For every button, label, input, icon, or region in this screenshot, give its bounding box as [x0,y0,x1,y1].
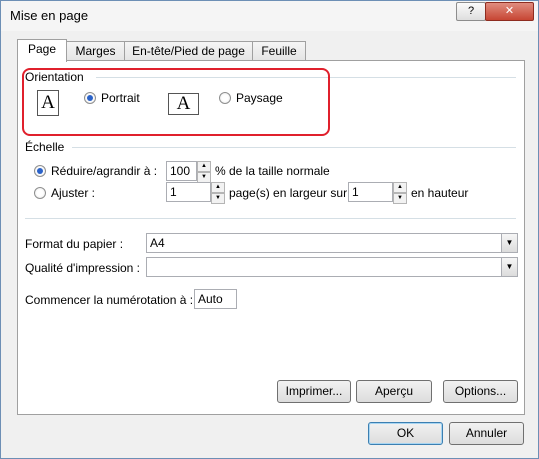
spin-down-icon[interactable]: ▼ [211,193,225,204]
fit-height-stepper[interactable]: 1 ▲ ▼ [348,182,407,204]
fit-to-radio[interactable] [34,187,46,199]
landscape-page-icon: A [168,93,199,115]
portrait-page-icon: A [37,90,59,116]
tab-header-footer[interactable]: En-tête/Pied de page [124,41,253,61]
reduce-percent-input[interactable]: 100 [166,161,197,181]
fit-width-suffix: page(s) en largeur sur [229,186,348,200]
tab-margins[interactable]: Marges [66,41,125,61]
paper-format-value: A4 [150,236,165,250]
fit-height-suffix: en hauteur [411,186,469,200]
ok-button[interactable]: OK [368,422,443,445]
fit-width-stepper[interactable]: 1 ▲ ▼ [166,182,225,204]
title-bar: Mise en page ? ✕ [1,1,538,31]
fit-height-input[interactable]: 1 [348,182,393,202]
reduce-suffix: % de la taille normale [215,164,330,178]
preview-button[interactable]: Aperçu [356,380,432,403]
page-setup-dialog: Mise en page ? ✕ Page Marges En-tête/Pie… [0,0,539,459]
spin-up-icon[interactable]: ▲ [211,182,225,193]
first-page-number-input[interactable]: Auto [194,289,237,309]
print-quality-label: Qualité d'impression : [25,261,141,275]
reduce-enlarge-label[interactable]: Réduire/agrandir à : [51,164,157,178]
spin-down-icon[interactable]: ▼ [393,193,407,204]
print-quality-select[interactable]: ▼ [146,257,518,277]
landscape-label[interactable]: Paysage [236,91,283,105]
fit-width-input[interactable]: 1 [166,182,211,202]
reduce-percent-stepper[interactable]: 100 ▲ ▼ [166,161,211,183]
reduce-enlarge-radio[interactable] [34,165,46,177]
spin-up-icon[interactable]: ▲ [393,182,407,193]
print-button[interactable]: Imprimer... [277,380,351,403]
paper-separator [25,218,516,219]
paper-format-select[interactable]: A4 ▼ [146,233,518,253]
dialog-title: Mise en page [10,8,89,23]
fit-height-spin-arrows[interactable]: ▲ ▼ [393,182,407,204]
spin-up-icon[interactable]: ▲ [197,161,211,172]
scale-separator [72,147,516,148]
chevron-down-icon[interactable]: ▼ [501,258,517,276]
tab-page[interactable]: Page [17,39,67,62]
paper-format-label: Format du papier : [25,237,124,251]
cancel-button[interactable]: Annuler [449,422,524,445]
options-button[interactable]: Options... [443,380,518,403]
portrait-radio[interactable] [84,92,96,104]
fit-width-spin-arrows[interactable]: ▲ ▼ [211,182,225,204]
tab-sheet[interactable]: Feuille [252,41,306,61]
chevron-down-icon[interactable]: ▼ [501,234,517,252]
first-page-number-label: Commencer la numérotation à : [25,293,194,307]
portrait-label[interactable]: Portrait [101,91,140,105]
help-button[interactable]: ? [456,2,486,21]
landscape-radio[interactable] [219,92,231,104]
reduce-spin-arrows[interactable]: ▲ ▼ [197,161,211,183]
scale-group-label: Échelle [25,140,65,154]
page-tab-panel: Orientation A Portrait A Paysage Échelle… [17,60,525,415]
close-button[interactable]: ✕ [485,2,534,21]
fit-to-label[interactable]: Ajuster : [51,186,95,200]
